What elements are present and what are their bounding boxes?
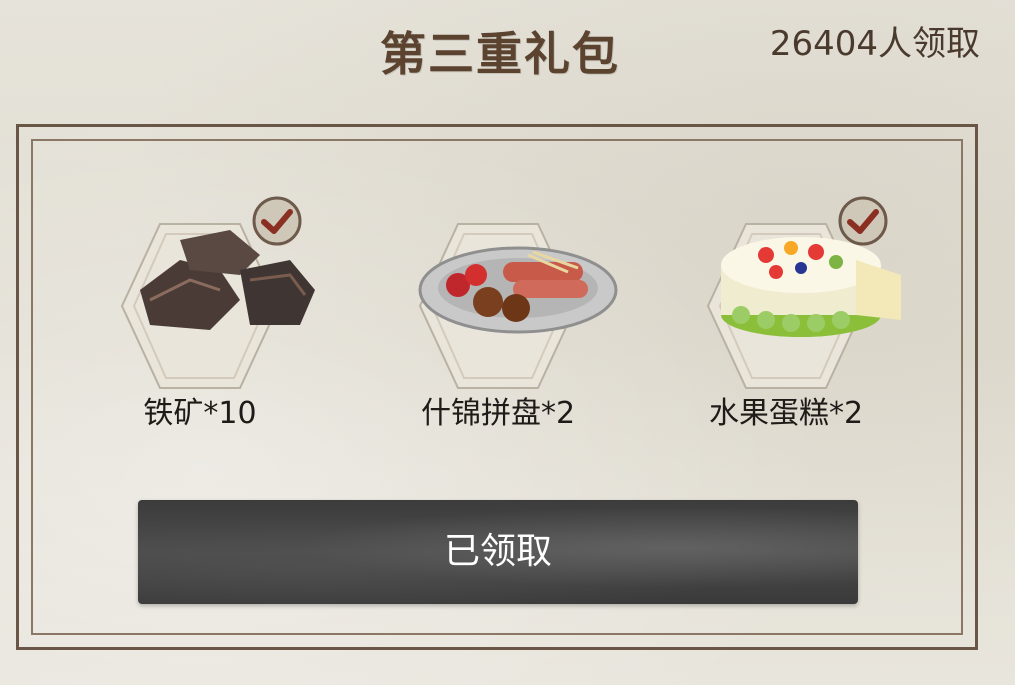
claim-count: 26404人领取 (769, 24, 980, 64)
reward-item-iron-ore[interactable]: 铁矿*10 (80, 196, 320, 446)
food-platter-icon (418, 246, 618, 334)
reward-label: 什锦拼盘*2 (420, 396, 576, 431)
claimed-check-icon (252, 196, 302, 246)
reward-label: 水果蛋糕*2 (708, 396, 864, 431)
reward-hex (418, 220, 618, 392)
pack-title: 第三重礼包 (380, 27, 620, 81)
reward-label: 铁矿*10 (143, 396, 257, 431)
reward-item-fruit-cake[interactable]: 水果蛋糕*2 (666, 196, 906, 446)
claimed-check-icon (838, 196, 888, 246)
claimed-button[interactable]: 已领取 (138, 500, 858, 604)
reward-item-food-platter[interactable]: 什锦拼盘*2 (378, 196, 618, 446)
